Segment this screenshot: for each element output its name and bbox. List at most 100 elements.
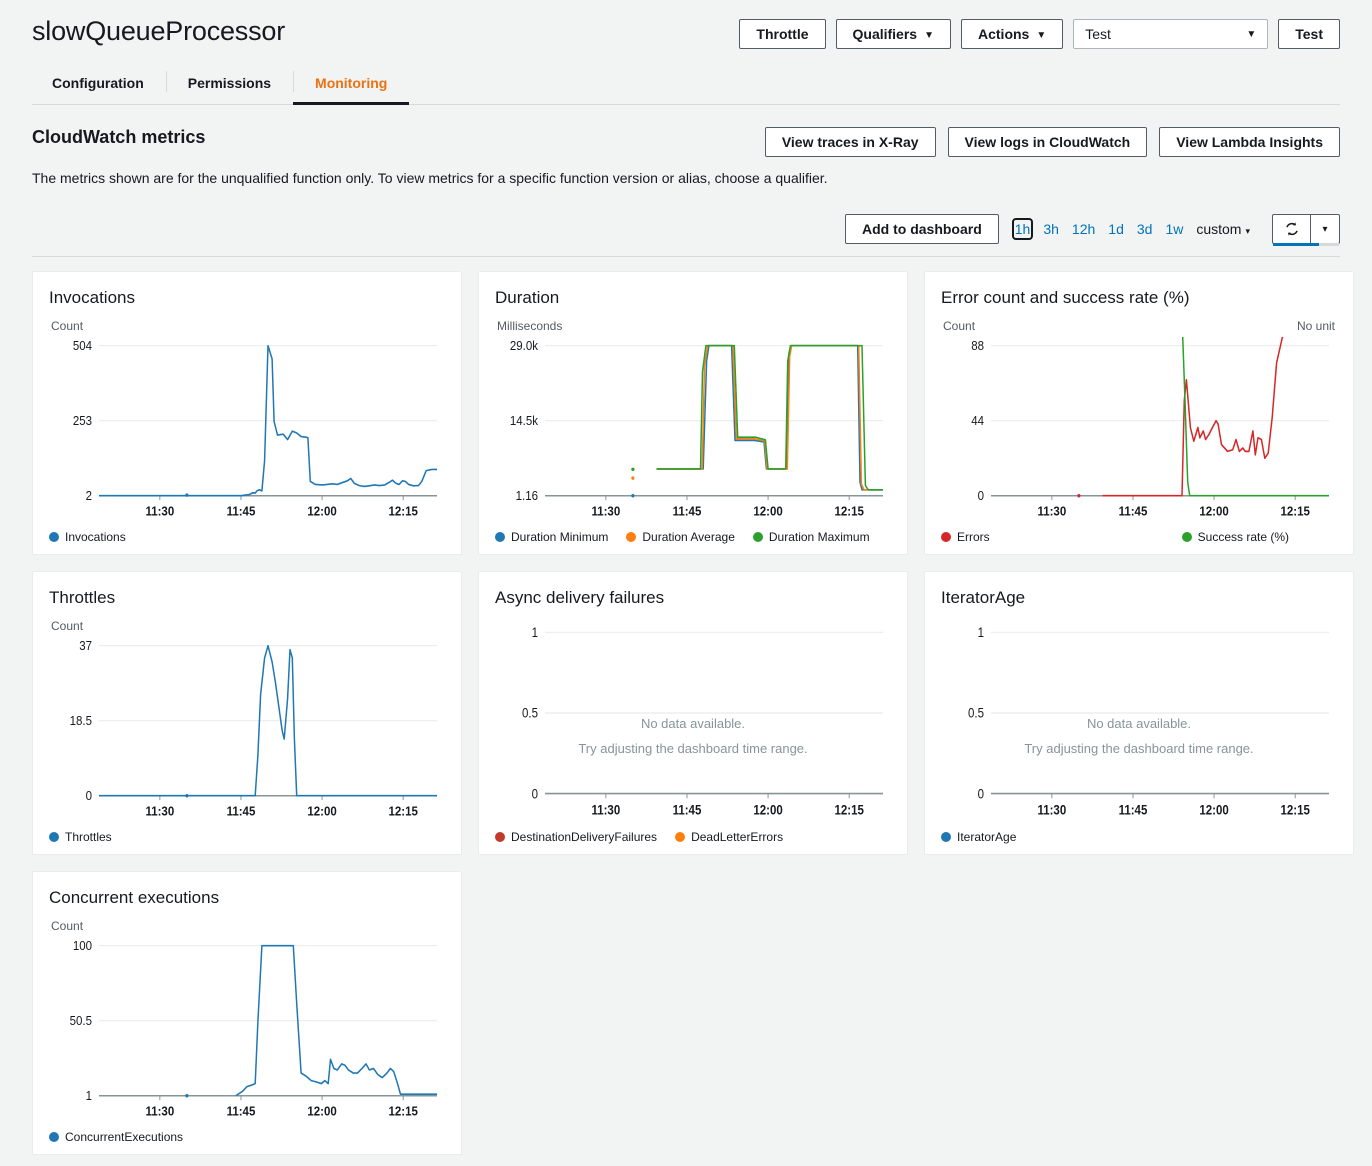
legend-item[interactable]: DeadLetterErrors — [675, 830, 783, 844]
cloudwatch-metrics-section: CloudWatch metrics View traces in X-Ray … — [0, 127, 1372, 257]
legend-color-swatch-icon — [495, 532, 505, 542]
y-axis-tick-label: 1.16 — [516, 489, 539, 504]
time-range-3h[interactable]: 3h — [1043, 221, 1059, 237]
legend-item[interactable]: Invocations — [49, 530, 126, 544]
metric-chart-svg: 3718.5011:3011:4512:0012:15 — [49, 637, 445, 824]
metric-legend: DestinationDeliveryFailures DeadLetterErr… — [495, 830, 891, 844]
time-range-12h[interactable]: 12h — [1072, 221, 1095, 237]
legend-item[interactable]: Duration Maximum — [753, 530, 870, 544]
x-axis-tick-label: 11:30 — [591, 803, 620, 818]
test-button[interactable]: Test — [1278, 19, 1340, 49]
x-axis-tick-label: 12:00 — [1199, 803, 1228, 818]
x-axis-tick-label: 12:15 — [389, 804, 419, 819]
y-axis-unit-label: Count — [51, 619, 83, 633]
x-axis-tick-label: 12:00 — [307, 804, 337, 819]
x-axis-tick-label: 11:30 — [591, 504, 620, 519]
series-point — [631, 494, 634, 497]
y-axis-unit-label-right: No unit — [1297, 319, 1335, 333]
legend-label: Invocations — [65, 530, 126, 544]
test-event-select[interactable]: Test ▼ — [1073, 19, 1268, 49]
refresh-control-group: ▾ — [1272, 214, 1340, 244]
legend-item[interactable]: DestinationDeliveryFailures — [495, 830, 657, 844]
y-axis-tick-label: 1 — [86, 1089, 93, 1104]
time-range-1h[interactable]: 1h — [1015, 221, 1031, 237]
time-range-1d[interactable]: 1d — [1108, 221, 1124, 237]
header-actions: Throttle Qualifiers▼ Actions▼ Test ▼ Tes… — [739, 14, 1340, 49]
time-range-custom[interactable]: custom ▾ — [1196, 221, 1250, 237]
metric-plot-area: 10.5011:3011:4512:0012:15No data availab… — [495, 623, 891, 824]
metric-chart-svg: 29.0k14.5k1.1611:3011:4512:0012:15 — [495, 337, 891, 524]
chevron-down-icon: ▼ — [1246, 29, 1256, 40]
refresh-options-button[interactable]: ▾ — [1311, 215, 1339, 243]
refresh-button[interactable] — [1273, 215, 1311, 243]
legend-label: Duration Average — [642, 530, 735, 544]
metric-card-title: IteratorAge — [941, 588, 1337, 608]
qualifiers-dropdown-button[interactable]: Qualifiers▼ — [836, 19, 952, 49]
metric-card-concurrent-executions: Concurrent executionsCount10050.5111:301… — [32, 871, 462, 1155]
throttle-button[interactable]: Throttle — [739, 19, 825, 49]
legend-color-swatch-icon — [675, 832, 685, 842]
time-range-1w[interactable]: 1w — [1165, 221, 1183, 237]
refresh-icon — [1284, 221, 1300, 237]
metric-card-throttles: ThrottlesCount3718.5011:3011:4512:0012:1… — [32, 571, 462, 855]
actions-dropdown-button[interactable]: Actions▼ — [961, 19, 1063, 49]
metric-card-invocations: InvocationsCount504253211:3011:4512:0012… — [32, 271, 462, 555]
legend-group: Invocations — [49, 530, 126, 544]
x-axis-tick-label: 12:00 — [1199, 504, 1229, 519]
x-axis-tick-label: 11:45 — [227, 804, 256, 819]
metric-legend: Throttles — [49, 830, 445, 844]
metric-card-error-success: Error count and success rate (%)CountNo … — [924, 271, 1354, 555]
legend-item[interactable]: IteratorAge — [941, 830, 1016, 844]
x-axis-tick-label: 11:30 — [1037, 504, 1066, 519]
series-point — [185, 794, 188, 797]
y-axis-tick-label: 253 — [73, 414, 92, 429]
legend-color-swatch-icon — [495, 832, 505, 842]
legend-label: Throttles — [65, 830, 112, 844]
metric-legend: IteratorAge — [941, 830, 1337, 844]
page-header: slowQueueProcessor Throttle Qualifiers▼ … — [0, 0, 1372, 49]
legend-item[interactable]: Success rate (%) — [1182, 530, 1289, 544]
x-axis-tick-label: 12:15 — [389, 1104, 419, 1119]
x-axis-tick-label: 12:00 — [753, 803, 782, 818]
series-point — [185, 493, 188, 496]
time-range-3d[interactable]: 3d — [1137, 221, 1153, 237]
legend-item[interactable]: Throttles — [49, 830, 112, 844]
legend-item[interactable]: Errors — [941, 530, 990, 544]
y-axis-unit-label: Count — [51, 319, 83, 333]
y-axis-tick-label: 0 — [532, 786, 538, 801]
legend-item[interactable]: Duration Average — [626, 530, 735, 544]
y-axis-unit-label: Count — [51, 919, 83, 933]
x-axis-tick-label: 12:00 — [753, 504, 783, 519]
metric-plot-area: 504253211:3011:4512:0012:15 — [49, 337, 445, 524]
view-lambda-insights-button[interactable]: View Lambda Insights — [1159, 127, 1340, 157]
metric-plot-area: 10050.5111:3011:4512:0012:15 — [49, 937, 445, 1124]
tab-configuration[interactable]: Configuration — [32, 67, 166, 105]
tab-monitoring[interactable]: Monitoring — [293, 67, 409, 105]
legend-item[interactable]: Duration Minimum — [495, 530, 608, 544]
metric-legend: Invocations — [49, 530, 445, 544]
series-point — [631, 468, 634, 471]
legend-label: Duration Minimum — [511, 530, 608, 544]
metric-card-async-delivery-failures: Async delivery failures10.5011:3011:4512… — [478, 571, 908, 855]
legend-color-swatch-icon — [941, 532, 951, 542]
chevron-down-icon: ▾ — [1245, 226, 1250, 236]
add-to-dashboard-button[interactable]: Add to dashboard — [845, 214, 999, 244]
metric-chart-svg: 10.5011:3011:4512:0012:15 — [495, 623, 891, 824]
x-axis-tick-label: 11:45 — [1119, 504, 1148, 519]
y-axis-tick-label: 14.5k — [510, 414, 539, 429]
x-axis-tick-label: 11:45 — [673, 504, 702, 519]
page-title: slowQueueProcessor — [32, 14, 285, 48]
view-traces-xray-button[interactable]: View traces in X-Ray — [765, 127, 936, 157]
y-axis-tick-label: 0.5 — [968, 706, 984, 721]
legend-item[interactable]: ConcurrentExecutions — [49, 1130, 183, 1144]
tab-permissions[interactable]: Permissions — [166, 67, 293, 105]
y-axis-tick-label: 1 — [532, 625, 538, 640]
view-logs-cloudwatch-button[interactable]: View logs in CloudWatch — [948, 127, 1148, 157]
metric-chart-svg: 504253211:3011:4512:0012:15 — [49, 337, 445, 524]
y-axis-tick-label: 0 — [978, 489, 985, 504]
time-range-custom-label: custom — [1196, 221, 1241, 237]
y-axis-tick-label: 2 — [86, 489, 93, 504]
series-point — [631, 476, 634, 479]
legend-label: Errors — [957, 530, 990, 544]
y-axis-tick-label: 50.5 — [70, 1014, 93, 1029]
